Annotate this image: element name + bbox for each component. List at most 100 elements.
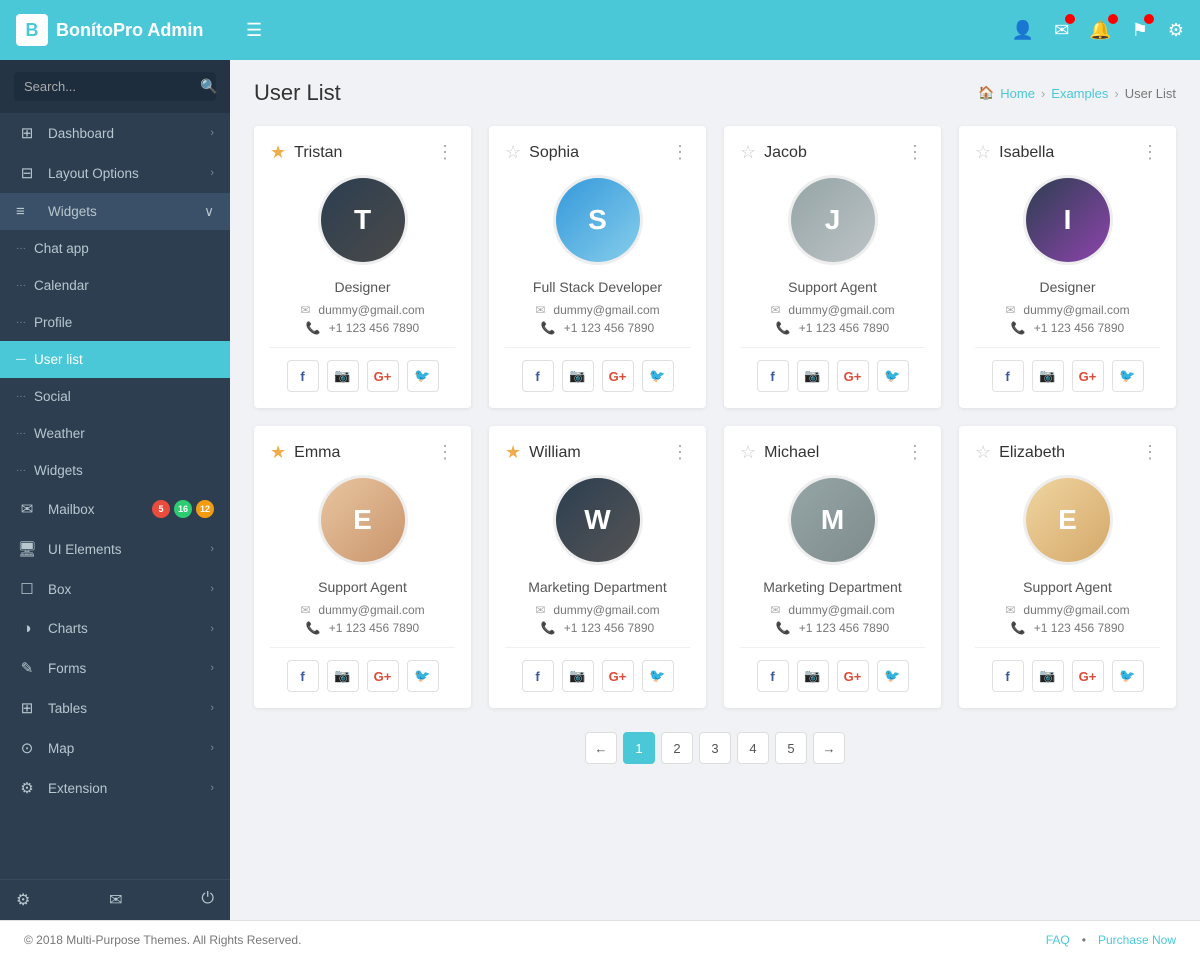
twitter-button[interactable]: 🐦 (407, 660, 439, 692)
google-button[interactable]: G+ (837, 660, 869, 692)
facebook-button[interactable]: f (287, 660, 319, 692)
google-button[interactable]: G+ (837, 360, 869, 392)
card-menu-dots[interactable]: ⋮ (1141, 442, 1160, 463)
facebook-button[interactable]: f (287, 360, 319, 392)
footer-purchase-link[interactable]: Purchase Now (1098, 933, 1176, 947)
sidebar-item-label: UI Elements (48, 542, 122, 557)
card-star[interactable]: ☆ (740, 142, 756, 163)
sidebar-item-profile[interactable]: ··· Profile (0, 304, 230, 341)
sidebar-item-widgets-sub[interactable]: ··· Widgets (0, 452, 230, 489)
google-button[interactable]: G+ (367, 360, 399, 392)
google-button[interactable]: G+ (602, 360, 634, 392)
pagination-next[interactable]: → (813, 732, 845, 764)
menu-toggle-icon[interactable]: ☰ (246, 20, 1012, 41)
card-star[interactable]: ★ (270, 142, 286, 163)
facebook-button[interactable]: f (757, 360, 789, 392)
bell-icon[interactable]: 🔔 (1089, 20, 1111, 41)
pagination-page-4[interactable]: 4 (737, 732, 769, 764)
instagram-button[interactable]: 📷 (327, 360, 359, 392)
facebook-button[interactable]: f (757, 660, 789, 692)
card-email-value: dummy@gmail.com (788, 603, 894, 617)
sidebar-item-mailbox[interactable]: ✉ Mailbox 5 16 12 (0, 489, 230, 529)
card-phone-value: +1 123 456 7890 (1034, 621, 1124, 635)
sidebar-item-user-list[interactable]: — User list (0, 341, 230, 378)
flag-icon[interactable]: ⚑ (1132, 20, 1148, 41)
card-menu-dots[interactable]: ⋮ (436, 142, 455, 163)
card-social: f 📷 G+ 🐦 (505, 360, 690, 392)
card-star[interactable]: ☆ (975, 142, 991, 163)
sidebar-item-calendar[interactable]: ··· Calendar (0, 267, 230, 304)
sidebar-item-forms[interactable]: ✎ Forms › (0, 648, 230, 688)
breadcrumb-home-link[interactable]: Home (1000, 86, 1035, 101)
twitter-button[interactable]: 🐦 (1112, 660, 1144, 692)
sidebar-item-chat-app[interactable]: ··· Chat app (0, 230, 230, 267)
sidebar-item-widgets-header[interactable]: ≡ Widgets ∨ (0, 193, 230, 230)
sidebar-item-extension[interactable]: ⚙ Extension › (0, 768, 230, 808)
search-input[interactable] (24, 79, 200, 94)
facebook-button[interactable]: f (522, 660, 554, 692)
google-button[interactable]: G+ (1072, 660, 1104, 692)
card-star[interactable]: ☆ (975, 442, 991, 463)
twitter-button[interactable]: 🐦 (642, 660, 674, 692)
instagram-button[interactable]: 📷 (1032, 360, 1064, 392)
pagination-page-5[interactable]: 5 (775, 732, 807, 764)
sidebar-item-weather[interactable]: ··· Weather (0, 415, 230, 452)
facebook-button[interactable]: f (522, 360, 554, 392)
card-star[interactable]: ☆ (505, 142, 521, 163)
instagram-button[interactable]: 📷 (1032, 660, 1064, 692)
footer-faq-link[interactable]: FAQ (1046, 933, 1070, 947)
sidebar-item-layout-options[interactable]: ⊟ Layout Options › (0, 153, 230, 193)
sidebar-item-map[interactable]: ⊙ Map › (0, 728, 230, 768)
instagram-button[interactable]: 📷 (562, 360, 594, 392)
sidebar-item-ui-elements[interactable]: 🖥 UI Elements › (0, 529, 230, 569)
pagination-page-3[interactable]: 3 (699, 732, 731, 764)
card-menu-dots[interactable]: ⋮ (436, 442, 455, 463)
google-button[interactable]: G+ (367, 660, 399, 692)
sidebar-item-tables[interactable]: ⊞ Tables › (0, 688, 230, 728)
pagination-page-2[interactable]: 2 (661, 732, 693, 764)
card-menu-dots[interactable]: ⋮ (906, 142, 925, 163)
card-star[interactable]: ★ (505, 442, 521, 463)
card-menu-dots[interactable]: ⋮ (671, 142, 690, 163)
dots-icon: ··· (16, 391, 26, 402)
logo-text: BonítoPro Admin (56, 20, 203, 41)
twitter-button[interactable]: 🐦 (1112, 360, 1144, 392)
card-avatar-wrap: W (505, 475, 690, 565)
card-menu-dots[interactable]: ⋮ (1141, 142, 1160, 163)
facebook-button[interactable]: f (992, 360, 1024, 392)
card-star[interactable]: ☆ (740, 442, 756, 463)
email-icon: ✉ (300, 603, 310, 617)
card-phone: 📞 +1 123 456 7890 (975, 621, 1160, 635)
pagination-page-1[interactable]: 1 (623, 732, 655, 764)
pagination-prev[interactable]: ← (585, 732, 617, 764)
footer-power-icon[interactable]: ⏻ (201, 890, 214, 910)
instagram-button[interactable]: 📷 (562, 660, 594, 692)
google-button[interactable]: G+ (1072, 360, 1104, 392)
footer-mail-icon[interactable]: ✉ (109, 890, 122, 910)
search-icon[interactable]: 🔍 (200, 78, 217, 95)
twitter-button[interactable]: 🐦 (877, 360, 909, 392)
sidebar-item-charts[interactable]: ◑ Charts › (0, 609, 230, 648)
card-menu-dots[interactable]: ⋮ (671, 442, 690, 463)
instagram-button[interactable]: 📷 (327, 660, 359, 692)
twitter-button[interactable]: 🐦 (877, 660, 909, 692)
twitter-button[interactable]: 🐦 (407, 360, 439, 392)
breadcrumb-home-icon: 🏠 (978, 85, 994, 101)
instagram-button[interactable]: 📷 (797, 660, 829, 692)
card-menu-dots[interactable]: ⋮ (906, 442, 925, 463)
sidebar-item-social[interactable]: ··· Social (0, 378, 230, 415)
sidebar-item-dashboard[interactable]: ⊞ Dashboard › (0, 113, 230, 153)
google-button[interactable]: G+ (602, 660, 634, 692)
twitter-button[interactable]: 🐦 (642, 360, 674, 392)
breadcrumb-examples-link[interactable]: Examples (1051, 86, 1108, 101)
facebook-button[interactable]: f (992, 660, 1024, 692)
mail-icon[interactable]: ✉ (1054, 20, 1069, 41)
footer-settings-icon[interactable]: ⚙ (16, 890, 30, 910)
sidebar-item-box[interactable]: ☐ Box › (0, 569, 230, 609)
card-header: ★ Emma ⋮ (270, 442, 455, 463)
user-profile-icon[interactable]: 👤 (1012, 20, 1034, 41)
card-star[interactable]: ★ (270, 442, 286, 463)
settings-icon[interactable]: ⚙ (1168, 20, 1184, 41)
card-header: ☆ Elizabeth ⋮ (975, 442, 1160, 463)
instagram-button[interactable]: 📷 (797, 360, 829, 392)
